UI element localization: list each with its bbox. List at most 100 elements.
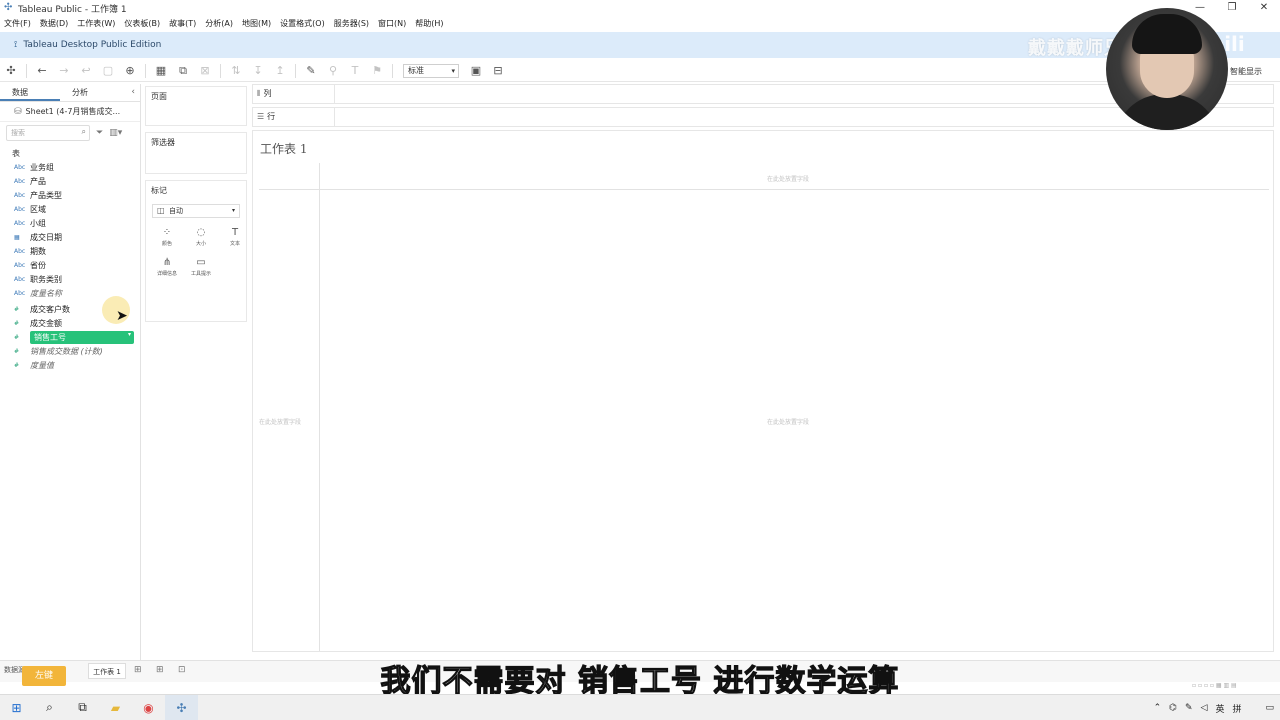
field-item[interactable]: Abc 期数 xyxy=(0,244,140,258)
replay-icon[interactable]: ↩ xyxy=(75,62,97,80)
menu-dashboard[interactable]: 仪表板(B) xyxy=(124,18,160,29)
search-icon: ⌕ xyxy=(81,127,86,136)
duplicate-sheet-icon[interactable]: ⧉ xyxy=(172,62,194,80)
task-view-icon[interactable]: ⧉ xyxy=(66,700,99,715)
pages-card[interactable]: 页面 xyxy=(145,86,247,126)
datasource-item[interactable]: ⛁ Sheet1 (4-7月销售成交... xyxy=(0,102,140,122)
menu-format[interactable]: 设置格式(O) xyxy=(280,18,325,29)
notification-icon[interactable]: ▭ xyxy=(1265,703,1274,713)
fit-select[interactable]: 标准 ▾ xyxy=(403,63,459,78)
menu-map[interactable]: 地图(M) xyxy=(242,18,271,29)
string-type-icon: Abc xyxy=(14,163,26,171)
menu-data[interactable]: 数据(D) xyxy=(40,18,68,29)
field-item[interactable]: # 销售成交数据 (计数) xyxy=(0,344,140,358)
worksheet-canvas[interactable]: 工作表 1 在此处放置字段 在此处放置字段 在此处放置字段 xyxy=(252,130,1274,652)
field-dropdown-icon[interactable]: ▾ xyxy=(128,331,131,338)
tooltip-button[interactable]: ▭ 工具提示 xyxy=(185,254,217,282)
undo-icon[interactable]: ← xyxy=(31,62,53,80)
drop-hint-view[interactable]: 在此处放置字段 xyxy=(767,417,809,426)
pin-axes-icon[interactable]: ⚑ xyxy=(366,62,388,80)
pages-title: 页面 xyxy=(151,92,167,101)
label-icon[interactable]: T xyxy=(344,62,366,80)
text-button[interactable]: T 文本 xyxy=(219,224,251,252)
clear-sheet-icon[interactable]: ⊠ xyxy=(194,62,216,80)
system-tray: ⌃ ⌬ ✎ ◁ 英 拼 ▭ xyxy=(1146,695,1274,720)
tableau-logo-icon[interactable]: ✣ xyxy=(0,62,22,80)
string-type-icon: Abc xyxy=(14,191,26,199)
search-input[interactable]: 搜索 ⌕ xyxy=(6,125,90,141)
string-type-icon: Abc xyxy=(14,289,26,297)
filters-card[interactable]: 筛选器 xyxy=(145,132,247,174)
field-item[interactable]: Abc 职务类别 xyxy=(0,272,140,286)
ime-mode[interactable]: 拼 xyxy=(1232,702,1241,715)
filters-title: 筛选器 xyxy=(151,138,175,147)
new-worksheet-icon[interactable]: ▦ xyxy=(150,62,172,80)
menu-help[interactable]: 帮助(H) xyxy=(415,18,443,29)
collapse-pane-icon[interactable]: ‹ xyxy=(131,87,135,97)
rows-icon: ☰ xyxy=(257,112,265,121)
smart-show-button[interactable]: 智能显示 xyxy=(1230,66,1262,77)
network-icon[interactable]: ⌬ xyxy=(1169,703,1177,713)
show-labels-icon[interactable]: ▣ xyxy=(465,62,487,80)
tray-chevron-icon[interactable]: ⌃ xyxy=(1154,703,1162,713)
field-item[interactable]: Abc 业务组 xyxy=(0,160,140,174)
field-name: 职务类别 xyxy=(30,274,62,284)
sort-ascending-icon[interactable]: ↧ xyxy=(247,62,269,80)
tableau-taskbar-icon[interactable]: ✣ xyxy=(165,694,198,720)
group-icon[interactable]: ⚲ xyxy=(322,62,344,80)
new-datasource-icon[interactable]: ⊕ xyxy=(119,62,141,80)
redo-icon[interactable]: → xyxy=(53,62,75,80)
tab-data[interactable]: 数据 xyxy=(0,84,60,101)
mark-type-select[interactable]: ◫ 自动 ▾ xyxy=(152,204,240,218)
field-name: 成交客户数 xyxy=(30,304,70,314)
field-item[interactable]: # 度量值 xyxy=(0,358,140,372)
view-options-icon[interactable]: ▥▾ xyxy=(109,128,122,138)
menu-window[interactable]: 窗口(N) xyxy=(378,18,406,29)
swap-icon[interactable]: ⇅ xyxy=(225,62,247,80)
color-icon: ⁘ xyxy=(162,227,172,238)
filter-icon[interactable]: ⏷ xyxy=(96,128,103,138)
menu-story[interactable]: 故事(T) xyxy=(169,18,196,29)
menu-server[interactable]: 服务器(S) xyxy=(334,18,369,29)
size-button[interactable]: ◌ 大小 xyxy=(185,224,217,252)
color-button[interactable]: ⁘ 颜色 xyxy=(151,224,183,252)
field-name: 度量名称 xyxy=(30,288,62,298)
sort-descending-icon[interactable]: ↥ xyxy=(269,62,291,80)
file-explorer-icon[interactable]: ▰ xyxy=(99,701,132,715)
field-item[interactable]: Abc 区域 xyxy=(0,202,140,216)
menu-worksheet[interactable]: 工作表(W) xyxy=(77,18,115,29)
field-item-selected[interactable]: # 销售工号 ▾ xyxy=(0,330,140,344)
field-item[interactable]: ▦ 成交日期 xyxy=(0,230,140,244)
close-button[interactable]: ✕ xyxy=(1248,0,1280,16)
presentation-icon[interactable]: ⊟ xyxy=(487,62,509,80)
datasource-icon: ⛁ xyxy=(14,106,22,117)
detail-button[interactable]: ⋔ 详细信息 xyxy=(151,254,183,282)
field-item[interactable]: Abc 小组 xyxy=(0,216,140,230)
field-item[interactable]: Abc 省份 xyxy=(0,258,140,272)
chevron-down-icon: ▾ xyxy=(231,207,235,214)
chevron-down-icon: ▾ xyxy=(451,66,455,75)
number-type-icon: # xyxy=(14,305,20,313)
volume-icon[interactable]: ◁ xyxy=(1201,703,1208,713)
detail-icon: ⋔ xyxy=(162,257,172,268)
chrome-icon[interactable]: ◉ xyxy=(132,701,165,715)
pen-icon[interactable]: ✎ xyxy=(1185,703,1193,713)
field-item[interactable]: Abc 产品类型 xyxy=(0,188,140,202)
drop-hint-rows[interactable]: 在此处放置字段 xyxy=(259,417,301,426)
sheet-title[interactable]: 工作表 1 xyxy=(260,140,307,157)
save-icon[interactable]: ▢ xyxy=(97,62,119,80)
windows-start-icon[interactable]: ⊞ xyxy=(0,701,33,715)
search-icon[interactable]: ⌕ xyxy=(33,700,66,715)
drop-hint-columns[interactable]: 在此处放置字段 xyxy=(767,174,809,183)
menu-file[interactable]: 文件(F) xyxy=(4,18,31,29)
tab-analysis[interactable]: 分析 xyxy=(60,84,120,101)
highlight-icon[interactable]: ✎ xyxy=(300,62,322,80)
menu-analysis[interactable]: 分析(A) xyxy=(205,18,233,29)
edition-label: Tableau Desktop Public Edition xyxy=(23,40,162,50)
string-type-icon: Abc xyxy=(14,275,26,283)
field-name: 销售工号 ▾ xyxy=(30,330,134,344)
input-language[interactable]: 英 xyxy=(1215,702,1224,715)
toolbar-separator xyxy=(26,63,27,78)
field-item[interactable]: Abc 产品 xyxy=(0,174,140,188)
restore-button[interactable]: ❐ xyxy=(1216,0,1248,16)
